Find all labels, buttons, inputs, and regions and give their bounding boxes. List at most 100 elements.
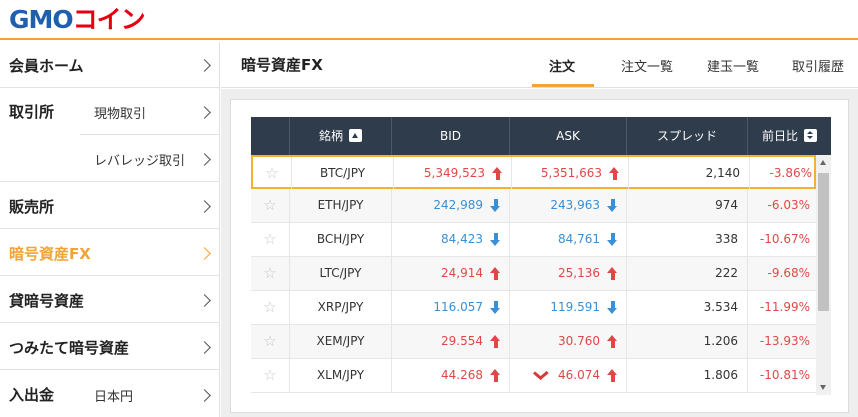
spread-cell: 2,140 bbox=[629, 157, 750, 190]
scroll-down-icon[interactable] bbox=[820, 385, 826, 390]
ask-cell[interactable]: 243,963 bbox=[510, 189, 627, 222]
change-cell: -6.03% bbox=[767, 198, 810, 212]
arrow-up-icon bbox=[492, 167, 503, 180]
ask-value: 5,351,663 bbox=[540, 166, 602, 180]
gmo-coin-logo[interactable]: GMOコイン bbox=[9, 6, 146, 34]
bid-value: 84,423 bbox=[441, 232, 483, 246]
arrow-up-icon bbox=[607, 335, 618, 348]
sidebar-item-label: 入出金 bbox=[9, 386, 55, 404]
sort-both-icon[interactable] bbox=[804, 129, 817, 142]
sidebar-item-member-home[interactable]: 会員ホーム bbox=[0, 42, 219, 88]
bid-cell[interactable]: 24,914 bbox=[392, 257, 510, 290]
change-cell: -10.67% bbox=[759, 232, 810, 246]
ask-cell[interactable]: 30.760 bbox=[510, 325, 627, 358]
tab-order-list[interactable]: 注文一覧 bbox=[621, 56, 673, 75]
ask-value: 84,761 bbox=[558, 232, 600, 246]
star-icon[interactable]: ☆ bbox=[251, 189, 290, 222]
scroll-thumb[interactable] bbox=[818, 173, 829, 311]
ask-value: 243,963 bbox=[550, 198, 600, 212]
ask-value: 46.074 bbox=[558, 368, 600, 382]
header-symbol[interactable]: 銘柄 bbox=[290, 117, 392, 155]
active-tab-indicator bbox=[532, 84, 594, 87]
chevron-right-icon bbox=[198, 153, 211, 166]
sidebar-item-jpy[interactable]: 日本円 bbox=[80, 370, 219, 417]
header-label: 前日比 bbox=[761, 129, 798, 143]
spread-cell: 222 bbox=[627, 257, 748, 290]
bid-cell[interactable]: 84,423 bbox=[392, 223, 510, 256]
bid-value: 5,349,523 bbox=[423, 166, 485, 180]
sort-asc-icon[interactable] bbox=[349, 129, 362, 142]
ask-cell[interactable]: 5,351,663 bbox=[512, 157, 629, 190]
tab-position-list[interactable]: 建玉一覧 bbox=[707, 56, 759, 75]
symbol-cell: XEM/JPY bbox=[290, 325, 392, 358]
header-change[interactable]: 前日比 bbox=[748, 117, 831, 155]
change-cell: -11.99% bbox=[759, 300, 810, 314]
arrow-down-icon bbox=[607, 301, 618, 314]
rate-table-card: 銘柄 BID ASK スプレッド 前日比 ☆ BTC/JPY 5,349,523… bbox=[230, 99, 849, 413]
sidebar-item-label: 貸暗号資産 bbox=[9, 292, 85, 310]
star-icon[interactable]: ☆ bbox=[253, 157, 292, 190]
sidebar-item-label: 販売所 bbox=[9, 198, 55, 216]
sidebar-item-leverage-trading[interactable]: レバレッジ取引 bbox=[80, 135, 219, 182]
bid-value: 242,989 bbox=[433, 198, 483, 212]
arrow-up-icon bbox=[609, 167, 620, 180]
arrow-up-icon bbox=[607, 267, 618, 280]
header-ask: ASK bbox=[510, 117, 627, 155]
arrow-down-icon bbox=[607, 199, 618, 212]
spread-cell: 1.806 bbox=[627, 359, 748, 392]
bid-cell[interactable]: 44.268 bbox=[392, 359, 510, 392]
change-cell: -10.81% bbox=[759, 368, 810, 382]
table-header: 銘柄 BID ASK スプレッド 前日比 bbox=[251, 117, 831, 155]
bid-value: 44.268 bbox=[441, 368, 483, 382]
tab-order[interactable]: 注文 bbox=[549, 56, 575, 75]
symbol-cell: BTC/JPY bbox=[292, 157, 394, 190]
arrow-up-icon bbox=[607, 369, 618, 382]
tab-trade-history[interactable]: 取引履歴 bbox=[792, 56, 844, 75]
ask-cell[interactable]: 84,761 bbox=[510, 223, 627, 256]
table-scrollbar[interactable] bbox=[816, 155, 831, 395]
sidebar-item-crypto-fx[interactable]: 暗号資産FX bbox=[0, 229, 219, 276]
arrow-down-icon bbox=[490, 199, 501, 212]
chevron-right-icon bbox=[198, 341, 211, 354]
sidebar-sub-label: 現物取引 bbox=[94, 107, 147, 122]
star-icon[interactable]: ☆ bbox=[251, 291, 290, 324]
bid-value: 24,914 bbox=[441, 266, 483, 280]
symbol-cell: ETH/JPY bbox=[290, 189, 392, 222]
change-cell: -13.93% bbox=[759, 334, 810, 348]
star-icon[interactable]: ☆ bbox=[251, 359, 290, 392]
bid-value: 116.057 bbox=[433, 300, 483, 314]
star-icon[interactable]: ☆ bbox=[251, 223, 290, 256]
scroll-up-icon[interactable] bbox=[820, 160, 826, 165]
spread-cell: 974 bbox=[627, 189, 748, 222]
sidebar-item-crypto-lending[interactable]: 貸暗号資産 bbox=[0, 276, 219, 323]
chevron-right-icon bbox=[198, 389, 211, 402]
star-icon[interactable]: ☆ bbox=[251, 257, 290, 290]
bid-cell[interactable]: 116.057 bbox=[392, 291, 510, 324]
sidebar-item-spot-trading[interactable]: 現物取引 bbox=[80, 88, 219, 135]
bid-value: 29.554 bbox=[441, 334, 483, 348]
sidebar-item-label: つみたて暗号資産 bbox=[9, 339, 130, 357]
table-row[interactable]: ☆ BCH/JPY 84,423 84,761 338 -10.67% bbox=[251, 223, 816, 257]
table-row[interactable]: ☆ ETH/JPY 242,989 243,963 974 -6.03% bbox=[251, 189, 816, 223]
sidebar-item-label: 会員ホーム bbox=[9, 57, 84, 75]
ask-cell[interactable]: 46.074 bbox=[510, 359, 627, 392]
table-row[interactable]: ☆ LTC/JPY 24,914 25,136 222 -9.68% bbox=[251, 257, 816, 291]
symbol-cell: BCH/JPY bbox=[290, 223, 392, 256]
sidebar-item-sales[interactable]: 販売所 bbox=[0, 182, 219, 229]
chevron-right-icon bbox=[198, 106, 211, 119]
table-body: ☆ BTC/JPY 5,349,523 5,351,663 2,140 -3.8… bbox=[251, 155, 831, 395]
top-bar: GMOコイン bbox=[0, 0, 858, 40]
ask-cell[interactable]: 25,136 bbox=[510, 257, 627, 290]
table-row[interactable]: ☆ XRP/JPY 116.057 119.591 3.534 -11.99% bbox=[251, 291, 816, 325]
sidebar-item-crypto-installment[interactable]: つみたて暗号資産 bbox=[0, 323, 219, 370]
table-row[interactable]: ☆ XEM/JPY 29.554 30.760 1.206 -13.93% bbox=[251, 325, 816, 359]
ask-cell[interactable]: 119.591 bbox=[510, 291, 627, 324]
bid-cell[interactable]: 29.554 bbox=[392, 325, 510, 358]
arrow-up-icon bbox=[490, 267, 501, 280]
bid-cell[interactable]: 5,349,523 bbox=[394, 157, 512, 190]
star-icon[interactable]: ☆ bbox=[251, 325, 290, 358]
spread-cell: 338 bbox=[627, 223, 748, 256]
table-row[interactable]: ☆ BTC/JPY 5,349,523 5,351,663 2,140 -3.8… bbox=[251, 155, 816, 190]
ask-value: 25,136 bbox=[558, 266, 600, 280]
bid-cell[interactable]: 242,989 bbox=[392, 189, 510, 222]
